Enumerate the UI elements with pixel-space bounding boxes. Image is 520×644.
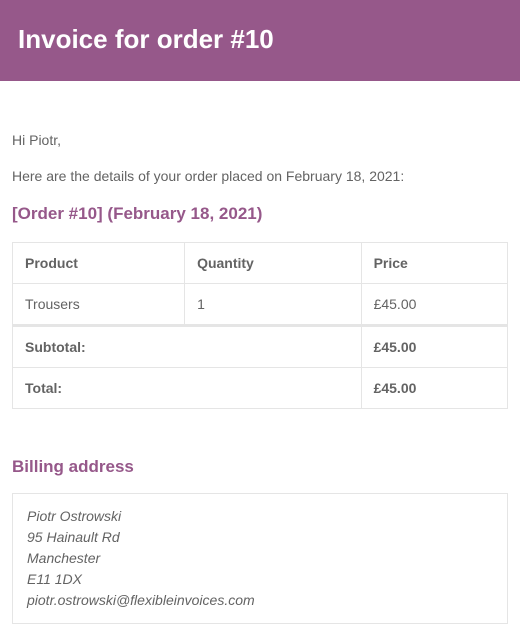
billing-name: Piotr Ostrowski <box>27 508 121 524</box>
page-title: Invoice for order #10 <box>18 24 502 55</box>
billing-city: Manchester <box>27 550 100 566</box>
cell-product: Trousers <box>13 284 185 326</box>
subtotal-label: Subtotal: <box>13 326 362 368</box>
order-heading: [Order #10] (February 18, 2021) <box>12 204 508 224</box>
order-table: Product Quantity Price Trousers 1 £45.00… <box>12 242 508 409</box>
subtotal-value: £45.00 <box>361 326 507 368</box>
total-value: £45.00 <box>361 368 507 409</box>
email-header: Invoice for order #10 <box>0 0 520 81</box>
col-price: Price <box>361 243 507 284</box>
billing-postcode: E11 1DX <box>27 571 82 587</box>
col-quantity: Quantity <box>185 243 362 284</box>
table-row: Trousers 1 £45.00 <box>13 284 508 326</box>
email-body: Hi Piotr, Here are the details of your o… <box>0 81 520 644</box>
billing-street: 95 Hainault Rd <box>27 529 120 545</box>
cell-price: £45.00 <box>361 284 507 326</box>
billing-heading: Billing address <box>12 457 508 477</box>
billing-email: piotr.ostrowski@flexibleinvoices.com <box>27 592 255 608</box>
total-row: Total: £45.00 <box>13 368 508 409</box>
table-header-row: Product Quantity Price <box>13 243 508 284</box>
intro-text: Here are the details of your order place… <box>12 167 508 187</box>
total-label: Total: <box>13 368 362 409</box>
col-product: Product <box>13 243 185 284</box>
greeting-text: Hi Piotr, <box>12 131 508 151</box>
subtotal-row: Subtotal: £45.00 <box>13 326 508 368</box>
billing-address: Piotr Ostrowski 95 Hainault Rd Mancheste… <box>12 493 508 624</box>
cell-quantity: 1 <box>185 284 362 326</box>
